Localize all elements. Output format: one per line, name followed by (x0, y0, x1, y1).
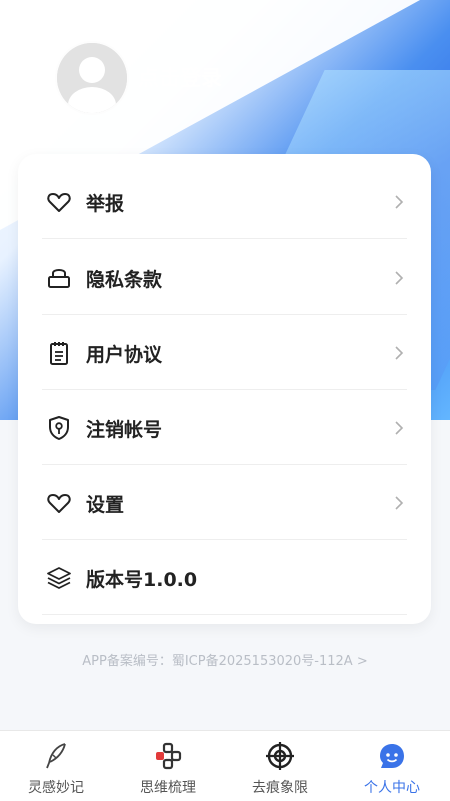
quill-pen-icon (46, 743, 66, 769)
menu-item-delete-account[interactable]: 注销帐号 (42, 390, 407, 465)
tab-label: 灵感妙记 (28, 780, 84, 796)
tab-inspiration-notes[interactable]: 灵感妙记 (0, 731, 112, 801)
chevron-right-icon (395, 496, 404, 510)
heart-icon (47, 193, 71, 212)
chevron-right-icon (395, 346, 404, 360)
tab-label: 个人中心 (364, 780, 420, 796)
tab-label: 思维梳理 (140, 780, 196, 796)
tab-trace-quadrant[interactable]: 去痕象限 (224, 731, 336, 801)
menu-item-privacy[interactable]: 隐私条款 (42, 240, 407, 315)
menu-item-label: 设置 (86, 494, 125, 516)
lock-icon (48, 269, 70, 288)
menu-item-label: 注销帐号 (86, 419, 163, 441)
crosshair-icon (266, 742, 294, 770)
menu-item-user-agreement[interactable]: 用户协议 (42, 315, 407, 390)
notepad-icon (50, 342, 68, 365)
menu-item-settings[interactable]: 设置 (42, 465, 407, 540)
menu-item-label: 隐私条款 (86, 269, 163, 291)
menu-item-label: 用户协议 (86, 344, 163, 366)
login-link[interactable]: 点击登录 (138, 62, 222, 92)
chevron-right-icon (395, 271, 404, 285)
tab-personal-center[interactable]: 个人中心 (336, 731, 448, 801)
avatar[interactable] (55, 41, 129, 115)
icp-filing-link[interactable]: APP备案编号：蜀ICP备2025153020号-112A > (0, 650, 450, 669)
tab-label: 去痕象限 (252, 780, 308, 796)
smiley-chat-icon (380, 744, 404, 768)
mind-map-icon (156, 742, 182, 770)
menu-item-version: 版本号1.0.0 (42, 540, 407, 615)
bottom-tab-bar: 灵感妙记 思维梳理 去痕象限 个人中心 (0, 730, 450, 801)
menu-item-report[interactable]: 举报 (42, 164, 407, 239)
chevron-right-icon (395, 421, 404, 435)
heart-icon (47, 494, 71, 513)
chevron-right-icon (395, 195, 404, 209)
layers-icon (47, 567, 71, 589)
version-label: 版本号1.0.0 (86, 569, 198, 591)
menu-card: 举报 隐私条款 用户协议 注销帐号 设置 版本号1.0.0 (18, 154, 431, 624)
default-user-icon (57, 43, 127, 113)
tab-mind-mapping[interactable]: 思维梳理 (112, 731, 224, 801)
menu-item-label: 举报 (86, 193, 125, 215)
shield-key-icon (49, 416, 69, 440)
